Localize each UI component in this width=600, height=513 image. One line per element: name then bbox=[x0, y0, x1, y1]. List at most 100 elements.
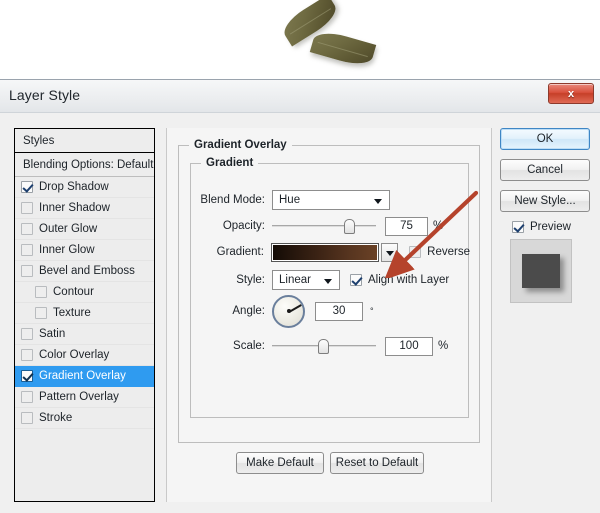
blend-mode-value: Hue bbox=[279, 194, 301, 206]
leaf-vein bbox=[289, 7, 332, 35]
blend-mode-row: Blend Mode: Hue bbox=[191, 190, 470, 210]
sidebar-item-outer-glow[interactable]: Outer Glow bbox=[15, 219, 154, 240]
sidebar-item-drop-shadow[interactable]: Drop Shadow bbox=[15, 177, 154, 198]
sidebar-item-label: Drop Shadow bbox=[39, 181, 109, 193]
opacity-label: Opacity: bbox=[222, 220, 265, 232]
angle-dial[interactable] bbox=[272, 294, 305, 328]
opacity-row: Opacity: 75 % bbox=[191, 216, 470, 236]
sidebar-item-label: Satin bbox=[39, 328, 66, 340]
gradient-overlay-panel: Gradient Overlay Gradient Blend Mode: Hu… bbox=[166, 128, 492, 502]
checkbox-icon[interactable] bbox=[35, 286, 47, 298]
opacity-value-field[interactable]: 75 bbox=[385, 216, 428, 236]
checkbox-icon[interactable] bbox=[21, 349, 33, 361]
sidebar-item-label: Outer Glow bbox=[39, 223, 98, 235]
sidebar-item-label: Color Overlay bbox=[39, 349, 110, 361]
style-select[interactable]: Linear bbox=[272, 270, 340, 290]
effects-list: Drop Shadow Inner Shadow Outer Glow Inner G… bbox=[15, 177, 154, 429]
opacity-slider[interactable] bbox=[272, 217, 376, 235]
reset-to-default-button[interactable]: Reset to Default bbox=[330, 452, 424, 474]
preview-thumbnail bbox=[510, 239, 572, 303]
chevron-down-icon bbox=[374, 199, 382, 204]
checkbox-icon[interactable] bbox=[21, 244, 33, 256]
sidebar-item-pattern-overlay[interactable]: Pattern Overlay bbox=[15, 387, 154, 408]
checkbox-icon[interactable] bbox=[35, 307, 47, 319]
close-icon[interactable]: x bbox=[548, 83, 594, 104]
cancel-button[interactable]: Cancel bbox=[500, 159, 590, 181]
angle-unit: ° bbox=[370, 306, 374, 316]
new-style-button[interactable]: New Style... bbox=[500, 190, 590, 212]
checkbox-icon[interactable] bbox=[21, 391, 33, 403]
checkbox-icon[interactable] bbox=[21, 223, 33, 235]
sidebar-item-gradient-overlay[interactable]: Gradient Overlay bbox=[15, 366, 154, 387]
preview-checkbox[interactable]: Preview bbox=[512, 221, 592, 233]
sidebar-item-label: Pattern Overlay bbox=[39, 391, 119, 403]
scale-value-field[interactable]: 100 bbox=[385, 336, 433, 356]
scale-unit: % bbox=[438, 340, 449, 352]
sidebar-item-color-overlay[interactable]: Color Overlay bbox=[15, 345, 154, 366]
checkbox-icon bbox=[350, 274, 362, 286]
scale-row: Scale: 100 % bbox=[191, 336, 470, 356]
sidebar-item-inner-glow[interactable]: Inner Glow bbox=[15, 240, 154, 261]
styles-list[interactable]: Styles Blending Options: Default Drop Sh… bbox=[14, 128, 155, 502]
gradient-overlay-group: Gradient Overlay Gradient Blend Mode: Hu… bbox=[178, 139, 480, 443]
checkbox-icon[interactable] bbox=[21, 265, 33, 277]
angle-dial-hub bbox=[286, 309, 291, 313]
align-with-layer-checkbox[interactable]: Align with Layer bbox=[350, 274, 449, 286]
scale-label: Scale: bbox=[233, 340, 265, 352]
style-row: Style: Linear Align with Layer bbox=[191, 270, 470, 290]
sidebar-item-stroke[interactable]: Stroke bbox=[15, 408, 154, 429]
gradient-legend: Gradient bbox=[201, 157, 259, 169]
sidebar-item-inner-shadow[interactable]: Inner Shadow bbox=[15, 198, 154, 219]
opacity-unit: % bbox=[433, 220, 444, 232]
preview-square bbox=[522, 254, 560, 288]
sidebar-item-satin[interactable]: Satin bbox=[15, 324, 154, 345]
checkbox-icon[interactable] bbox=[21, 370, 33, 382]
checkbox-icon[interactable] bbox=[21, 181, 33, 193]
dialog-actions: OK Cancel New Style... Preview bbox=[500, 128, 592, 303]
dialog-title: Layer Style bbox=[9, 87, 81, 103]
leaf-lower-right bbox=[309, 27, 377, 70]
sidebar-item-blending-options[interactable]: Blending Options: Default bbox=[15, 153, 154, 177]
angle-value-field[interactable]: 30 bbox=[315, 301, 363, 321]
blend-mode-select[interactable]: Hue bbox=[272, 190, 390, 210]
gradient-subgroup: Gradient Blend Mode: Hue Opacity: 75 % G… bbox=[190, 157, 470, 418]
chevron-down-icon bbox=[386, 250, 395, 256]
opacity-slider-thumb[interactable] bbox=[344, 219, 355, 234]
angle-label: Angle: bbox=[232, 305, 265, 317]
sidebar-item-label: Gradient Overlay bbox=[39, 370, 126, 382]
ok-button[interactable]: OK bbox=[500, 128, 590, 150]
sidebar-item-label: Stroke bbox=[39, 412, 73, 424]
scale-slider-thumb[interactable] bbox=[318, 339, 329, 354]
align-with-layer-label: Align with Layer bbox=[368, 274, 450, 286]
sidebar-item-bevel-and-emboss[interactable]: Bevel and Emboss bbox=[15, 261, 154, 282]
style-label: Style: bbox=[236, 274, 265, 286]
checkbox-icon[interactable] bbox=[21, 412, 33, 424]
sidebar-item-texture[interactable]: Texture bbox=[15, 303, 154, 324]
gradient-overlay-legend: Gradient Overlay bbox=[189, 139, 292, 151]
gradient-row: Gradient: Reverse bbox=[191, 242, 470, 262]
style-value: Linear bbox=[279, 274, 311, 286]
leaves-photo bbox=[0, 0, 600, 79]
reverse-checkbox[interactable]: Reverse bbox=[409, 246, 470, 258]
blend-mode-label: Blend Mode: bbox=[200, 194, 265, 206]
checkbox-icon[interactable] bbox=[21, 202, 33, 214]
styles-list-header: Styles bbox=[15, 129, 154, 153]
chevron-down-icon bbox=[324, 279, 332, 284]
blending-options-label: Blending Options: Default bbox=[23, 158, 154, 171]
make-default-button[interactable]: Make Default bbox=[236, 452, 324, 474]
dialog-titlebar: Layer Style x bbox=[0, 80, 600, 113]
preview-label: Preview bbox=[530, 221, 571, 233]
checkbox-icon bbox=[512, 221, 524, 233]
angle-row: Angle: 30 ° bbox=[191, 294, 470, 328]
checkbox-icon bbox=[409, 246, 422, 258]
scale-slider[interactable] bbox=[272, 337, 376, 355]
layer-style-dialog: Layer Style x Styles Blending Options: D… bbox=[0, 79, 600, 513]
gradient-picker-dropdown[interactable] bbox=[381, 242, 399, 262]
sidebar-item-contour[interactable]: Contour bbox=[15, 282, 154, 303]
checkbox-icon[interactable] bbox=[21, 328, 33, 340]
gradient-label: Gradient: bbox=[216, 246, 264, 258]
opacity-slider-track bbox=[272, 225, 376, 227]
gradient-swatch[interactable] bbox=[270, 242, 380, 262]
leaf-vein bbox=[317, 41, 369, 57]
sidebar-item-label: Texture bbox=[53, 307, 91, 319]
